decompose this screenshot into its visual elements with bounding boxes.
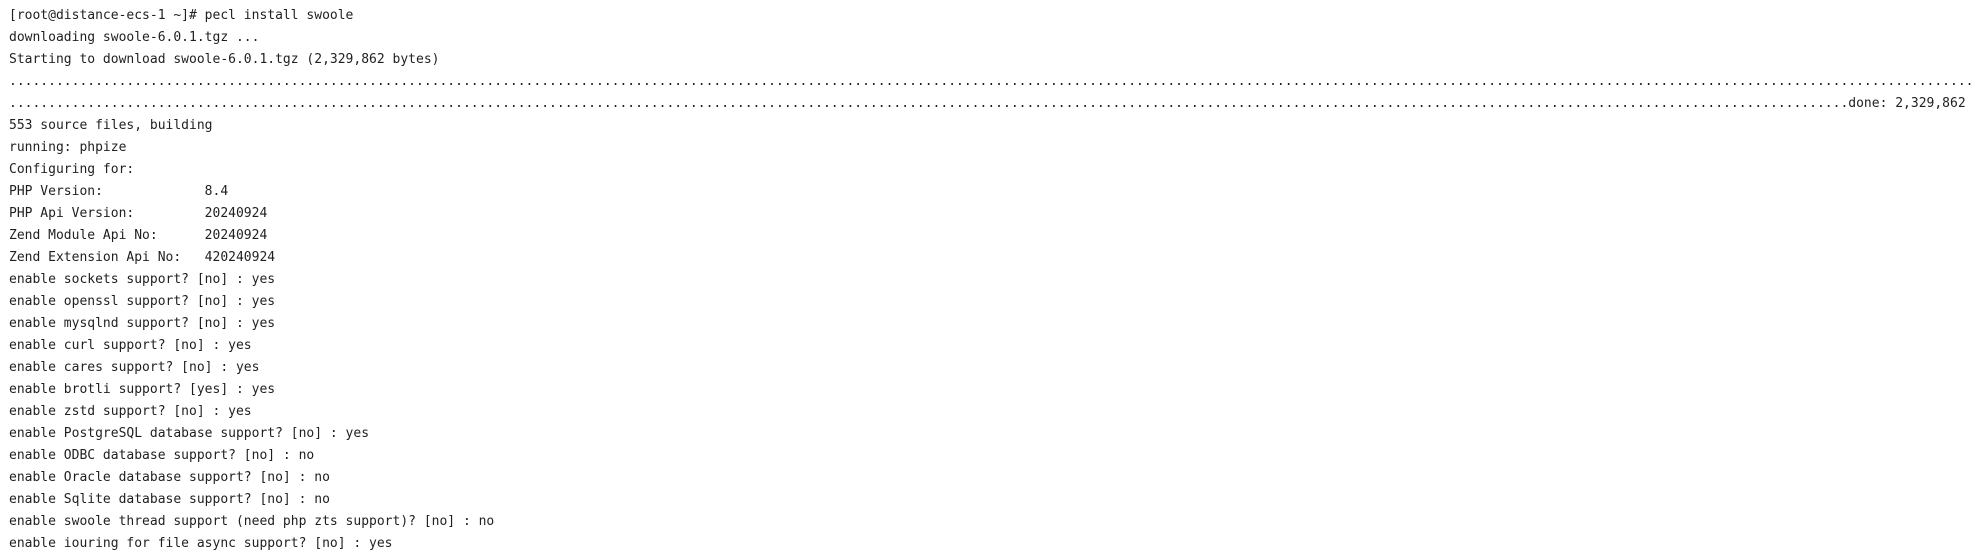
php-version-line: PHP Version: 8.4 xyxy=(9,184,229,199)
option-curl-line: enable curl support? [no] : yes xyxy=(9,338,252,353)
download-status-line: downloading swoole-6.0.1.tgz ... xyxy=(9,30,260,45)
option-postgresql-line: enable PostgreSQL database support? [no]… xyxy=(9,426,370,441)
prompt-command-line: [root@distance-ecs-1 ~]# pecl install sw… xyxy=(9,8,354,23)
build-files-line: 553 source files, building xyxy=(9,118,213,133)
option-brotli-line: enable brotli support? [yes] : yes xyxy=(9,382,276,397)
option-sockets-line: enable sockets support? [no] : yes xyxy=(9,272,276,287)
option-thread-line: enable swoole thread support (need php z… xyxy=(9,514,495,529)
option-sqlite-line: enable Sqlite database support? [no] : n… xyxy=(9,492,330,507)
option-zstd-line: enable zstd support? [no] : yes xyxy=(9,404,252,419)
terminal-output[interactable]: [root@distance-ecs-1 ~]# pecl install sw… xyxy=(0,0,1978,555)
download-start-line: Starting to download swoole-6.0.1.tgz (2… xyxy=(9,52,440,67)
zend-module-api-line: Zend Module Api No: 20240924 xyxy=(9,228,268,243)
progress-dots-line: ........................................… xyxy=(9,74,1971,89)
php-api-version-line: PHP Api Version: 20240924 xyxy=(9,206,268,221)
option-odbc-line: enable ODBC database support? [no] : no xyxy=(9,448,315,463)
option-cares-line: enable cares support? [no] : yes xyxy=(9,360,260,375)
configuring-for-line: Configuring for: xyxy=(9,162,135,177)
option-mysqlnd-line: enable mysqlnd support? [no] : yes xyxy=(9,316,276,331)
option-openssl-line: enable openssl support? [no] : yes xyxy=(9,294,276,309)
zend-extension-api-line: Zend Extension Api No: 420240924 xyxy=(9,250,276,265)
option-oracle-line: enable Oracle database support? [no] : n… xyxy=(9,470,330,485)
running-phpize-line: running: phpize xyxy=(9,140,127,155)
option-iouring-line: enable iouring for file async support? [… xyxy=(9,536,393,551)
progress-done-line: ........................................… xyxy=(9,96,1971,111)
